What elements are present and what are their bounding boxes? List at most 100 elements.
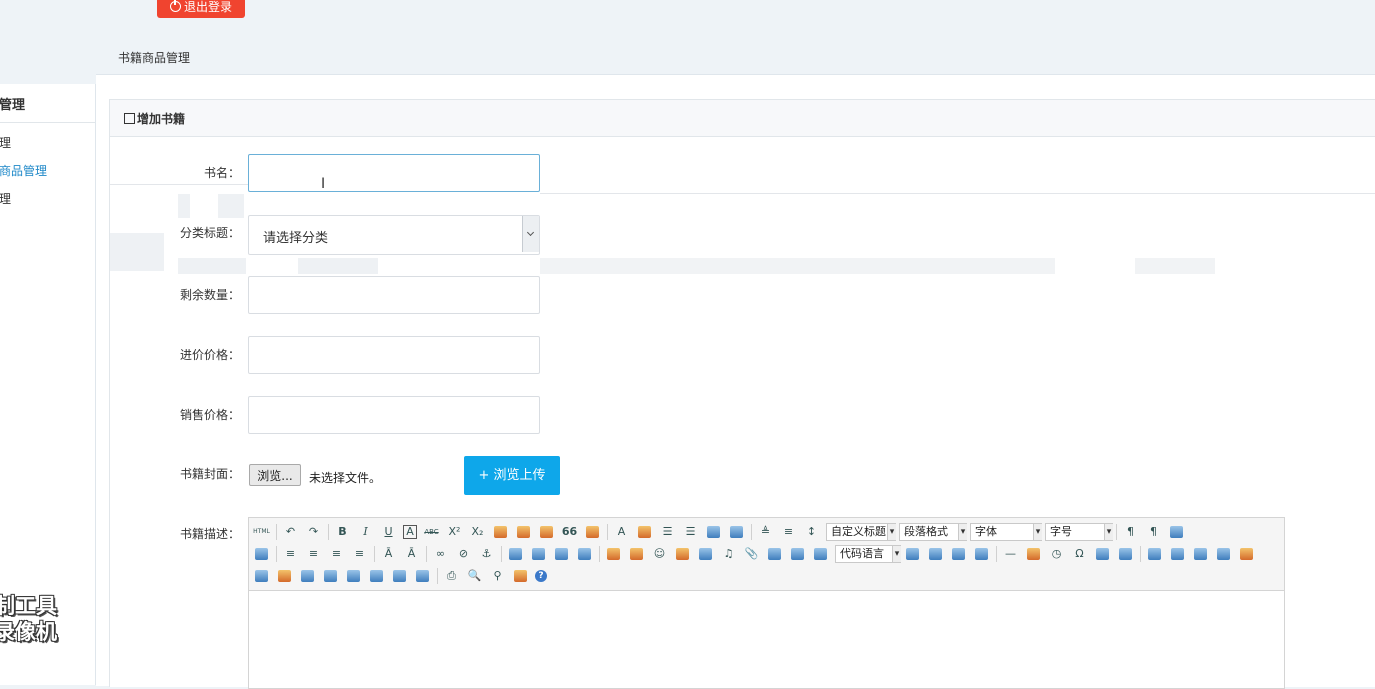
delete-col-icon[interactable] [278,570,291,582]
brush-icon[interactable] [517,526,530,538]
select-all-icon[interactable] [707,526,720,538]
undo-icon[interactable]: ↶ [282,524,299,540]
sidebar-item-3[interactable]: 理 [0,190,11,207]
underline-icon[interactable]: U [380,524,397,540]
insert-code-icon[interactable] [1119,548,1132,560]
html-icon[interactable]: HTML [253,524,270,540]
quote-icon[interactable]: 66 [561,524,578,540]
category-select[interactable]: 请选择分类 [248,215,540,255]
split-cols-icon[interactable] [416,570,429,582]
rtl-icon[interactable]: ¶ [1145,524,1162,540]
font-size-select[interactable]: 字号 [1045,523,1113,541]
indent-icon[interactable] [255,548,268,560]
help-icon[interactable]: ? [535,570,547,582]
row-spacing-bottom-icon[interactable]: ≡ [780,524,797,540]
special-char-icon[interactable]: Ω [1071,546,1088,562]
cost-price-input[interactable] [248,336,540,374]
italic-icon[interactable]: I [357,524,374,540]
delete-row-icon[interactable] [1240,548,1253,560]
print-icon[interactable]: ⎙ [443,568,460,584]
autotypeset-icon[interactable] [540,526,553,538]
split-rows-icon[interactable] [393,570,406,582]
line-height-icon[interactable]: ↕ [803,524,820,540]
stock-input[interactable] [248,276,540,314]
gmap-icon[interactable] [791,548,804,560]
image-right-icon[interactable] [555,548,568,560]
bold-icon[interactable]: B [334,524,351,540]
sidebar-item-1[interactable]: 理 [0,134,11,151]
unlink-icon[interactable]: ⊘ [455,546,472,562]
align-center-icon[interactable]: ≡ [305,546,322,562]
merge-right-icon[interactable] [324,570,337,582]
wordimage-icon[interactable] [1096,548,1109,560]
row-spacing-top-icon[interactable]: ≜ [757,524,774,540]
superscript-icon[interactable]: X² [446,524,463,540]
insert-frame-icon[interactable] [814,548,827,560]
unordered-list-icon[interactable]: ☰ [682,524,699,540]
font-family-select[interactable]: 字体 [970,523,1042,541]
sale-price-input[interactable] [248,396,540,434]
align-justify-icon[interactable]: ≡ [351,546,368,562]
background-icon[interactable] [952,548,965,560]
insert-paragraph-before-table-icon[interactable] [1194,548,1207,560]
attachment-icon[interactable]: 📎 [743,546,760,562]
strikethrough-icon[interactable]: ABC [423,524,440,540]
simple-upload-icon[interactable] [607,548,620,560]
sidebar-item-book-goods[interactable]: 商品管理 [0,162,47,179]
align-left-icon[interactable]: ≡ [282,546,299,562]
delete-table-icon[interactable] [1171,548,1184,560]
anchor-icon[interactable]: ⚓ [478,546,495,562]
highlight-icon[interactable] [638,526,651,538]
merge-cells-icon[interactable] [301,570,314,582]
upload-button[interactable]: + 浏览上传 [464,456,560,495]
map-icon[interactable] [768,548,781,560]
to-lower-icon[interactable]: Ā [403,546,420,562]
link-icon[interactable]: ∞ [432,546,449,562]
image-left-icon[interactable] [509,548,522,560]
time-icon[interactable]: ◷ [1048,546,1065,562]
align-right-icon[interactable]: ≡ [328,546,345,562]
split-cells-icon[interactable] [370,570,383,582]
merge-down-icon[interactable] [347,570,360,582]
insert-row-icon[interactable] [1217,548,1230,560]
redo-icon[interactable]: ↷ [305,524,322,540]
template-icon[interactable] [929,548,942,560]
book-name-input[interactable] [248,154,540,192]
image-none-icon[interactable] [532,548,545,560]
ltr-icon[interactable]: ¶ [1122,524,1139,540]
insert-col-icon[interactable] [255,570,268,582]
code-language-select[interactable]: 代码语言 [835,545,901,563]
date-icon[interactable] [1027,548,1040,560]
fontborder-icon[interactable]: A [403,525,417,539]
image-center-icon[interactable] [578,548,591,560]
rich-text-editor[interactable]: HTML ↶ ↷ B I U A ABC X² X₂ 66 A ☰ ☰ ≜ ≡ … [248,517,1285,689]
logout-button[interactable]: 退出登录 [157,0,245,18]
toolbar-row-2: ≡ ≡ ≡ ≡ Ā Ā ∞ ⊘ ⚓ ☺ ♫ 📎 代码语言 ▾ — ◷ Ω [253,544,1261,564]
snapscreen-icon[interactable] [975,548,988,560]
paragraph-select[interactable]: 段落格式 [899,523,967,541]
emotion-icon[interactable]: ☺ [651,546,668,562]
preview-icon[interactable]: 🔍 [466,568,483,584]
page-break-icon[interactable] [906,548,919,560]
custom-title-select[interactable]: 自定义标题 [826,523,896,541]
paste-icon[interactable] [586,526,599,538]
subscript-icon[interactable]: X₂ [469,524,486,540]
music-icon[interactable]: ♫ [720,546,737,562]
horizontal-rule-icon[interactable]: — [1002,546,1019,562]
insert-video-icon[interactable] [699,548,712,560]
insert-table-icon[interactable] [1148,548,1161,560]
editor-content-area[interactable] [249,591,1284,688]
clear-doc-icon[interactable] [730,526,743,538]
font-color-icon[interactable]: A [613,524,630,540]
drafts-icon[interactable] [514,570,527,582]
eraser-icon[interactable] [494,526,507,538]
scrawl-icon[interactable] [676,548,689,560]
search-replace-icon[interactable]: ⚲ [489,568,506,584]
panel-title: 增加书籍 [137,112,186,126]
ordered-list-icon[interactable]: ☰ [659,524,676,540]
artifact [298,258,378,274]
insert-image-icon[interactable] [630,548,643,560]
to-upper-icon[interactable]: Ā [380,546,397,562]
fullscreen-icon[interactable] [1170,526,1183,538]
file-browse-button[interactable]: 浏览... [249,464,301,486]
